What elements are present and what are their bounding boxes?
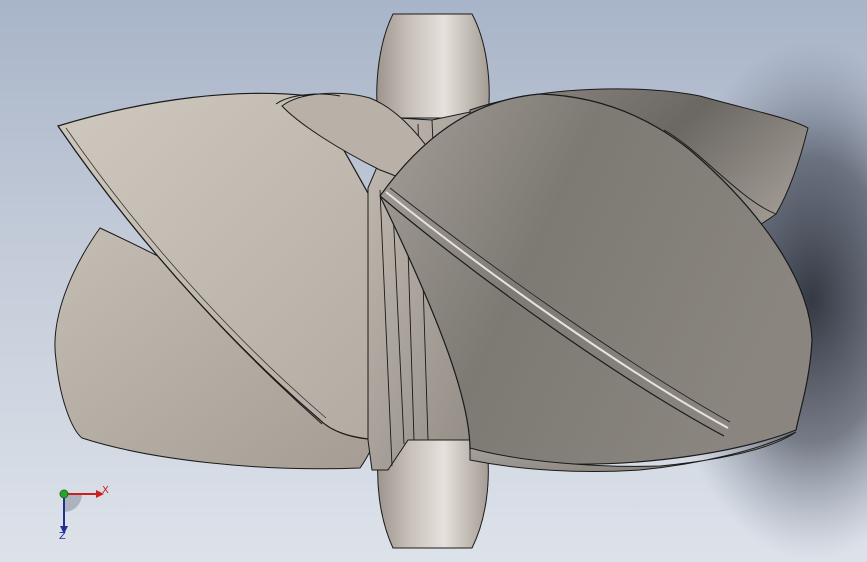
x-axis-label: X: [102, 485, 109, 496]
hub-top: [376, 13, 490, 119]
z-axis-label: Z: [59, 531, 66, 542]
y-axis-dot: [59, 489, 69, 499]
graphics-viewport[interactable]: X Z: [0, 0, 867, 562]
axis-triad: X Z: [40, 478, 120, 548]
propeller-model[interactable]: [0, 0, 867, 562]
